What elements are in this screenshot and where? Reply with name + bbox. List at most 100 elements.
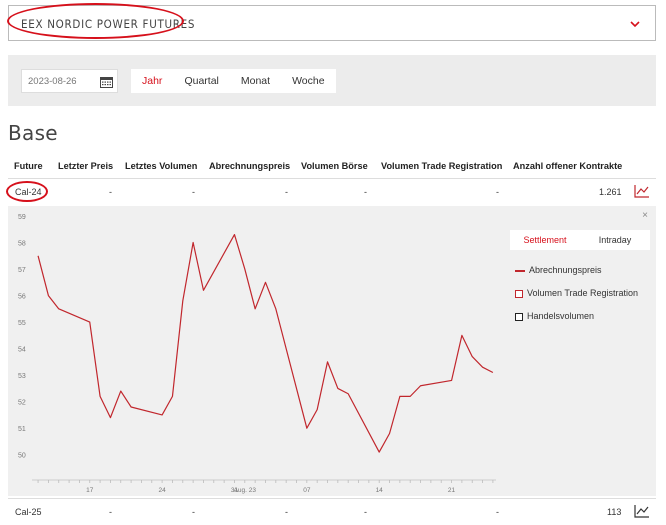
tab-woche[interactable]: Woche (281, 69, 336, 93)
cell-letzter-preis: - (109, 507, 112, 517)
x-tick-label: 21 (448, 487, 456, 494)
x-tick-label: 24 (158, 487, 166, 494)
data-point[interactable] (191, 240, 196, 245)
date-value: 2023-08-26 (28, 76, 77, 87)
y-tick-label: 58 (18, 241, 26, 248)
legend-label: Volumen Trade Registration (527, 288, 639, 298)
header-abrechnungspreis: Abrechnungspreis (209, 161, 291, 171)
data-point[interactable] (304, 426, 309, 431)
data-point[interactable] (480, 365, 485, 370)
data-point[interactable] (129, 404, 134, 409)
cell-abrechnungspreis: - (285, 507, 288, 517)
legend-square-marker (515, 312, 523, 321)
cell-volumen-boerse: - (364, 507, 367, 517)
cell-volumen-boerse: - (364, 187, 367, 197)
chart-toggle-icon[interactable] (634, 184, 650, 198)
cell-open-interest: 1.261 (599, 187, 622, 197)
series-line-abrechnungspreis (37, 233, 494, 453)
calendar-icon[interactable] (100, 76, 113, 88)
data-point[interactable] (470, 354, 475, 359)
data-point[interactable] (118, 389, 123, 394)
data-point[interactable] (335, 386, 340, 391)
data-point[interactable] (397, 394, 402, 399)
tab-settlement[interactable]: Settlement (510, 230, 580, 250)
x-tick-label: Aug. 23 (234, 487, 257, 494)
legend-line-marker (515, 269, 525, 272)
y-tick-label: 57 (18, 267, 26, 274)
data-point[interactable] (490, 370, 495, 375)
header-volumen-boerse: Volumen Börse (301, 161, 368, 171)
data-point[interactable] (273, 306, 278, 311)
data-point[interactable] (180, 298, 185, 303)
product-dropdown-title: EEX NORDIC POWER FUTURES (21, 17, 196, 31)
chart-panel: 50 51 52 53 54 55 56 57 58 59 17 24 31 Aug. 23 07 14 21 … (8, 206, 656, 496)
data-point[interactable] (315, 407, 320, 412)
y-tick-label: 51 (18, 426, 26, 433)
data-point[interactable] (56, 306, 61, 311)
legend-item-volumen-trade-registration[interactable]: Volumen Trade Registration (515, 288, 638, 298)
cell-volumen-tr: - (496, 187, 499, 197)
chart-toggle-icon[interactable] (634, 504, 650, 518)
data-point[interactable] (36, 253, 41, 258)
tab-intraday[interactable]: Intraday (580, 230, 650, 250)
tab-quartal[interactable]: Quartal (173, 69, 229, 93)
data-point[interactable] (98, 394, 103, 399)
y-tick-label: 54 (18, 347, 26, 354)
tab-monat[interactable]: Monat (230, 69, 281, 93)
data-point[interactable] (325, 359, 330, 364)
legend-label: Handelsvolumen (527, 311, 595, 321)
data-point[interactable] (387, 431, 392, 436)
data-point[interactable] (170, 394, 175, 399)
cell-abrechnungspreis: - (285, 187, 288, 197)
legend-label: Abrechnungspreis (529, 265, 602, 275)
data-point[interactable] (263, 280, 268, 285)
y-tick-label: 56 (18, 294, 26, 301)
period-tabs: Jahr Quartal Monat Woche (131, 69, 336, 93)
y-tick-label: 59 (18, 214, 26, 221)
settlement-line-chart: 5051525354555657585917 24 31Aug. 23 07 14 21 (18, 214, 496, 494)
cell-volumen-tr: - (496, 507, 499, 517)
data-point[interactable] (160, 412, 165, 417)
table-row[interactable]: Cal-25 - - - - - 113 (8, 500, 656, 524)
y-tick-label: 52 (18, 400, 26, 407)
cell-open-interest: 113 (607, 507, 622, 517)
cell-letzter-preis: - (109, 187, 112, 197)
x-tick-label: 07 (303, 487, 311, 494)
data-point[interactable] (242, 267, 247, 272)
chart-mode-tabs: Settlement Intraday (510, 230, 650, 250)
x-tick-label: 14 (376, 487, 384, 494)
header-future: Future (14, 161, 43, 171)
y-tick-label: 55 (18, 320, 26, 327)
data-point[interactable] (87, 320, 92, 325)
data-point[interactable] (201, 288, 206, 293)
legend-item-handelsvolumen[interactable]: Handelsvolumen (515, 311, 594, 321)
data-point[interactable] (46, 293, 51, 298)
tab-jahr[interactable]: Jahr (131, 69, 173, 93)
legend-item-abrechnungspreis[interactable]: Abrechnungspreis (515, 265, 602, 275)
data-point[interactable] (253, 306, 258, 311)
future-name[interactable]: Cal-24 (15, 187, 42, 197)
y-tick-label: 50 (18, 453, 26, 460)
table-row[interactable]: Cal-24 - - - - - 1.261 (8, 180, 656, 204)
header-letzter-preis: Letzter Preis (58, 161, 114, 171)
date-picker[interactable]: 2023-08-26 (21, 69, 118, 93)
product-dropdown[interactable]: EEX NORDIC POWER FUTURES (8, 5, 656, 41)
filter-bar: 2023-08-26 Jahr Quartal Monat Woche (8, 55, 656, 106)
data-point[interactable] (232, 232, 237, 237)
data-point[interactable] (459, 333, 464, 338)
section-title: Base (8, 121, 58, 145)
close-icon[interactable]: × (642, 210, 648, 221)
data-point[interactable] (346, 391, 351, 396)
data-point[interactable] (408, 394, 413, 399)
data-point[interactable] (449, 378, 454, 383)
divider (8, 178, 656, 179)
chevron-down-icon[interactable] (629, 18, 641, 30)
y-tick-label: 53 (18, 373, 26, 380)
data-point[interactable] (377, 450, 382, 455)
header-open-interest: Anzahl offener Kontrakte (513, 161, 623, 171)
future-name[interactable]: Cal-25 (15, 507, 42, 517)
data-point[interactable] (108, 415, 113, 420)
data-point[interactable] (418, 383, 423, 388)
cell-letztes-volumen: - (192, 507, 195, 517)
cell-letztes-volumen: - (192, 187, 195, 197)
